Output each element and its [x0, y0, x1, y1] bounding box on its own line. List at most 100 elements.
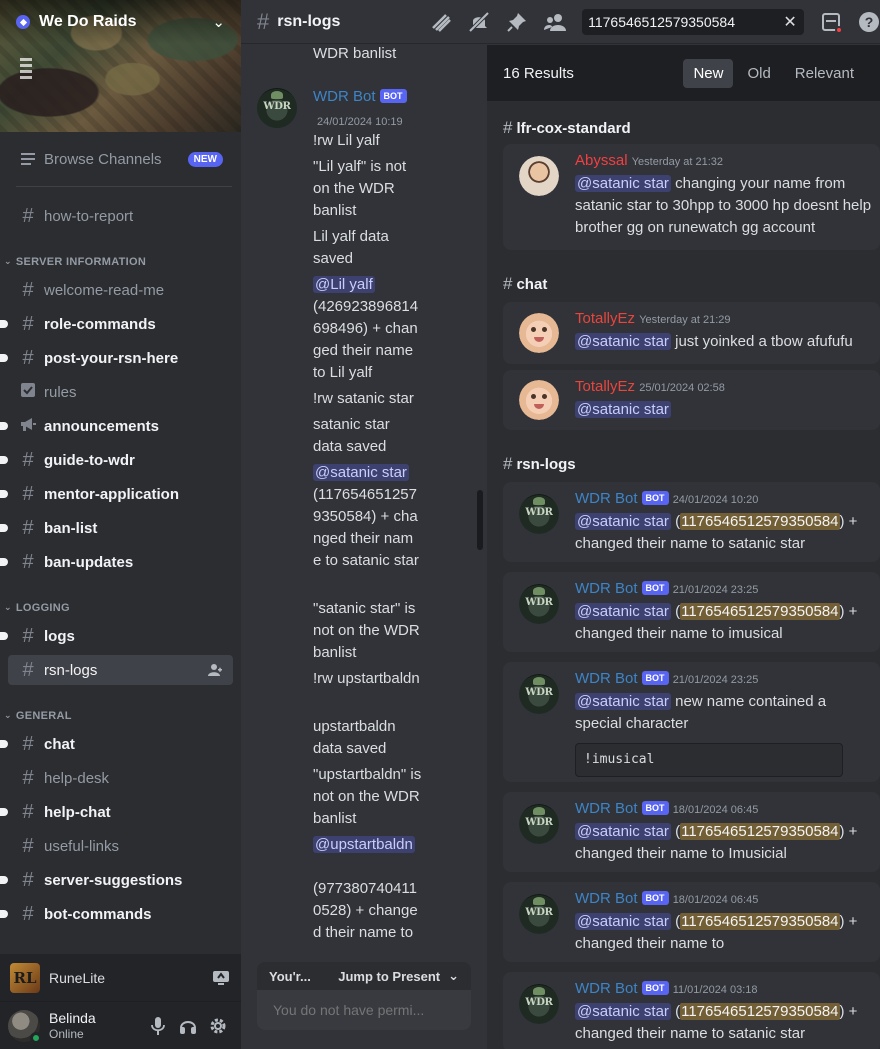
user-mention[interactable]: @upstartbaldn [313, 836, 415, 853]
search-result[interactable]: WDR WDR Bot BOT 21/01/2024 23:25 @satanic… [503, 572, 880, 652]
author-name[interactable]: TotallyEz [575, 310, 635, 327]
hash-icon: # [22, 205, 34, 227]
avatar[interactable] [519, 380, 559, 420]
user-mention[interactable]: @satanic star [575, 1003, 671, 1020]
gear-icon[interactable] [203, 1011, 233, 1041]
author-name[interactable]: WDR Bot [313, 88, 376, 105]
headphones-icon[interactable] [173, 1011, 203, 1041]
search-result[interactable]: TotallyEz Yesterday at 21:29 @satanic st… [503, 302, 880, 364]
wdr-bot-avatar[interactable]: WDR [519, 894, 559, 934]
user-mention[interactable]: @satanic star [575, 333, 671, 350]
jump-to-present-bar[interactable]: You'r... Jump to Present ⌄ [257, 962, 471, 990]
avatar[interactable] [519, 313, 559, 353]
channel-ban-list[interactable]: # ban-list [0, 513, 233, 543]
wdr-bot-avatar[interactable]: WDR [519, 494, 559, 534]
add-member-icon[interactable] [207, 662, 223, 678]
inbox-icon[interactable] [820, 10, 843, 34]
channel-server-suggestions[interactable]: # server-suggestions [0, 865, 233, 895]
chevron-down-icon: ⌄ [4, 709, 12, 720]
chevron-down-icon[interactable]: ⌄ [212, 13, 225, 31]
threads-icon[interactable] [430, 10, 452, 34]
user-mention[interactable]: @satanic star [575, 175, 671, 192]
wdr-bot-avatar[interactable]: WDR [257, 88, 297, 128]
user-mention[interactable]: @satanic star [575, 823, 671, 840]
message-line: (1176546512579350584) + changed their na… [313, 486, 419, 569]
member-list-icon[interactable] [544, 10, 567, 34]
wdr-bot-avatar[interactable]: WDR [519, 584, 559, 624]
user-mention[interactable]: @satanic star [575, 513, 671, 530]
user-mention[interactable]: @satanic star [575, 401, 671, 418]
scrollbar[interactable] [477, 490, 483, 550]
channel-guide-to-wdr[interactable]: # guide-to-wdr [0, 445, 233, 475]
author-name[interactable]: TotallyEz [575, 378, 635, 395]
avatar[interactable] [8, 1009, 42, 1044]
search-result[interactable]: TotallyEz 25/01/2024 02:58 @satanic star [503, 370, 880, 430]
search-result[interactable]: WDR WDR Bot BOT 11/01/2024 03:18 @satanic… [503, 972, 880, 1049]
wdr-bot-avatar[interactable]: WDR [519, 674, 559, 714]
author-name[interactable]: WDR Bot [575, 890, 638, 907]
channel-welcome-read-me[interactable]: # welcome-read-me [8, 275, 233, 305]
hash-icon: # [22, 835, 34, 857]
message-line: !rw upstartbaldn [313, 670, 420, 687]
channel-rsn-logs[interactable]: # rsn-logs [8, 655, 233, 685]
hash-icon: # [22, 279, 34, 301]
sort-tab-relevant[interactable]: Relevant [785, 59, 864, 88]
message-line: Lil yalf data saved [313, 228, 389, 267]
author-name[interactable]: WDR Bot [575, 800, 638, 817]
channel-chat[interactable]: # chat [0, 729, 233, 759]
result-group-title[interactable]: # rsn-logs [503, 454, 576, 474]
notification-muted-icon[interactable] [468, 10, 490, 34]
user-mention[interactable]: @Lil yalf [313, 276, 375, 293]
channel-bot-commands[interactable]: # bot-commands [0, 899, 233, 929]
help-icon[interactable]: ? [858, 10, 880, 34]
author-name[interactable]: WDR Bot [575, 490, 638, 507]
author-name[interactable]: WDR Bot [575, 670, 638, 687]
microphone-icon[interactable] [143, 1011, 173, 1041]
close-icon[interactable]: ✕ [782, 12, 798, 32]
category-server-information[interactable]: ⌄ SERVER INFORMATION [4, 256, 146, 269]
result-group-title[interactable]: # lfr-cox-standard [503, 118, 631, 138]
channel-help-chat[interactable]: # help-chat [0, 797, 233, 827]
search-result[interactable]: WDR WDR Bot BOT 24/01/2024 10:20 @satanic… [503, 482, 880, 562]
search-input[interactable] [588, 13, 783, 30]
jump-to-present-button[interactable]: Jump to Present ⌄ [338, 968, 459, 984]
sort-tab-old[interactable]: Old [737, 59, 780, 88]
server-header[interactable]: We Do Raids ⌄ [0, 0, 241, 44]
channel-how-to-report[interactable]: # how-to-report [8, 201, 233, 231]
category-label: GENERAL [15, 710, 72, 722]
pin-icon[interactable] [506, 10, 528, 34]
search-result[interactable]: WDR WDR Bot BOT 18/01/2024 06:45 @satanic… [503, 882, 880, 962]
channel-role-commands[interactable]: # role-commands [0, 309, 233, 339]
activity-settings-icon[interactable] [211, 968, 231, 988]
channel-logs[interactable]: # logs [0, 621, 233, 651]
channel-mentor-application[interactable]: # mentor-application [0, 479, 233, 509]
user-info[interactable]: Belinda Online [49, 1010, 143, 1041]
avatar[interactable] [519, 156, 559, 196]
search-highlight: 1176546512579350584 [680, 513, 840, 530]
channel-rules[interactable]: rules [8, 377, 233, 407]
user-mention[interactable]: @satanic star [575, 693, 671, 710]
author-name[interactable]: WDR Bot [575, 580, 638, 597]
search-result[interactable]: Abyssal Yesterday at 21:32 @satanic star… [503, 144, 880, 250]
user-mention[interactable]: @satanic star [575, 603, 671, 620]
author-name[interactable]: Abyssal [575, 152, 628, 169]
search-result[interactable]: WDR WDR Bot BOT 18/01/2024 06:45 @satanic… [503, 792, 880, 872]
author-name[interactable]: WDR Bot [575, 980, 638, 997]
wdr-bot-avatar[interactable]: WDR [519, 984, 559, 1024]
channel-announcements[interactable]: announcements [0, 411, 233, 441]
channel-useful-links[interactable]: # useful-links [8, 831, 233, 861]
message-line: "satanic star" is not on the WDR banlist [313, 600, 420, 661]
category-general[interactable]: ⌄ GENERAL [4, 709, 72, 723]
wdr-bot-avatar[interactable]: WDR [519, 804, 559, 844]
channel-post-your-rsn-here[interactable]: # post-your-rsn-here [0, 343, 233, 373]
message-input[interactable] [273, 1002, 455, 1018]
browse-channels-item[interactable]: Browse Channels NEW [8, 144, 233, 174]
channel-ban-updates[interactable]: # ban-updates [0, 547, 233, 577]
user-mention[interactable]: @satanic star [575, 913, 671, 930]
category-logging[interactable]: ⌄ LOGGING [4, 602, 70, 615]
search-result[interactable]: WDR WDR Bot BOT 21/01/2024 23:25 @satanic… [503, 662, 880, 782]
sort-tab-new[interactable]: New [683, 58, 734, 88]
user-mention[interactable]: @satanic star [313, 464, 409, 481]
result-group-title[interactable]: # chat [503, 274, 547, 294]
channel-help-desk[interactable]: # help-desk [8, 763, 233, 793]
